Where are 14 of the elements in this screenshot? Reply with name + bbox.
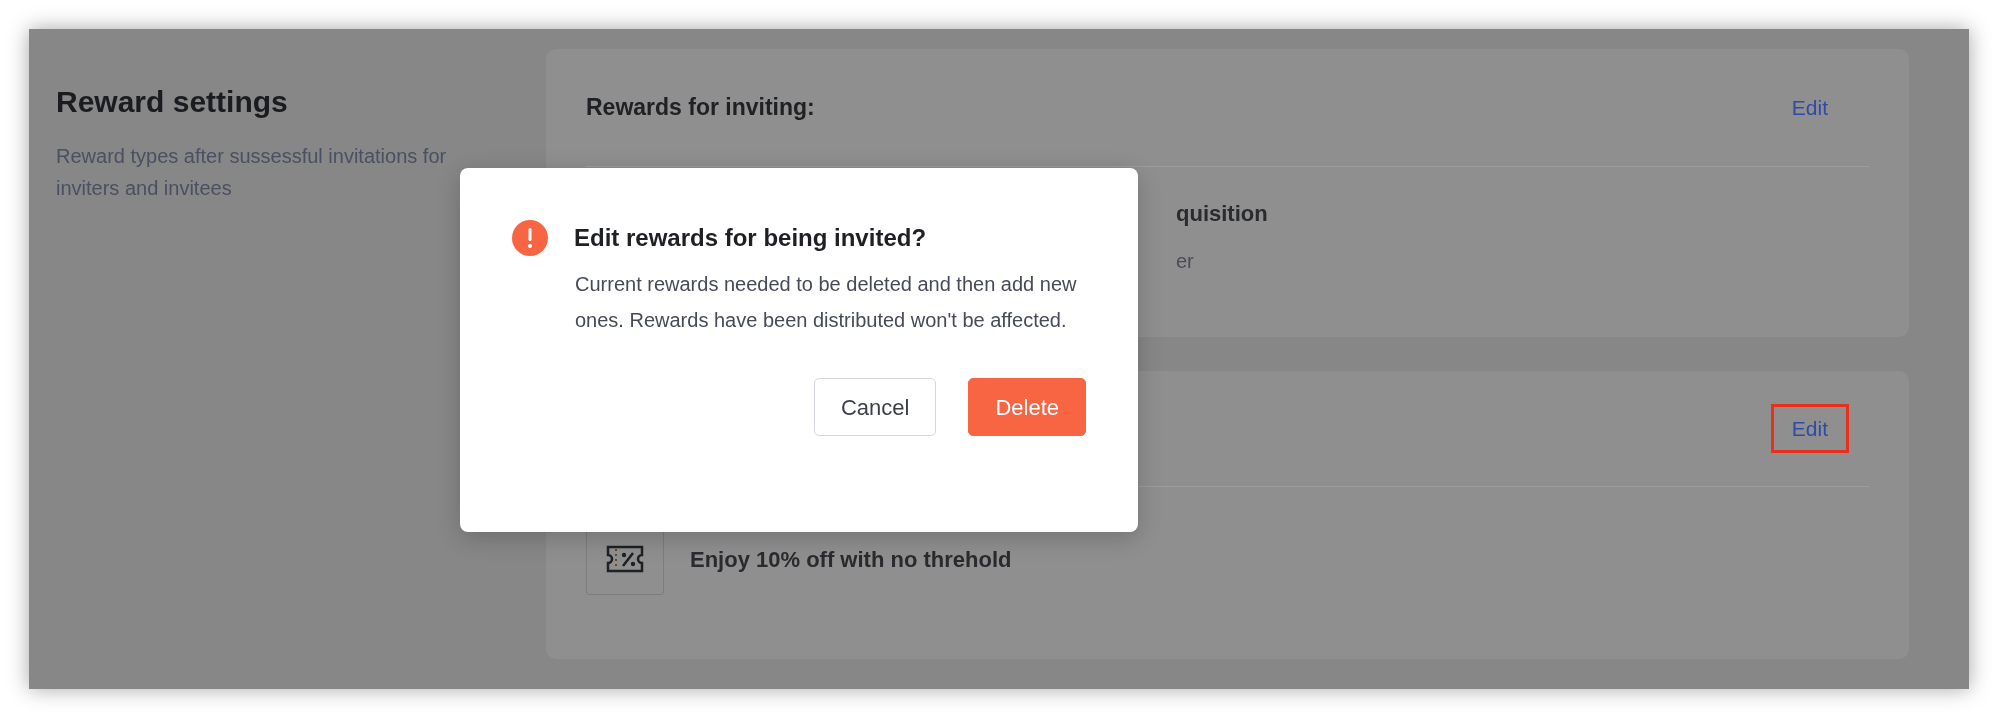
dialog-message: Current rewards needed to be deleted and then add new ones. Rewards have been distributed won't be affected.: [575, 272, 1078, 333]
delete-button[interactable]: Delete: [968, 378, 1086, 436]
reward-title: quisition: [1176, 200, 1269, 228]
coupon-icon: [605, 544, 645, 574]
card-title: Rewards for inviting:: [586, 93, 815, 123]
section-description: Reward types after sussessful invitations for inviters and invitees: [56, 144, 448, 201]
section-title: Reward settings: [56, 84, 289, 120]
edit-link[interactable]: Edit: [1791, 416, 1828, 440]
dialog-title: Edit rewards for being invited?: [574, 223, 927, 253]
warning-icon: [512, 220, 548, 256]
reward-description: er: [1176, 249, 1195, 274]
cancel-button[interactable]: Cancel: [813, 378, 937, 436]
reward-title: Enjoy 10% off with no threhold: [690, 545, 1012, 574]
edit-link[interactable]: Edit: [1791, 95, 1828, 119]
